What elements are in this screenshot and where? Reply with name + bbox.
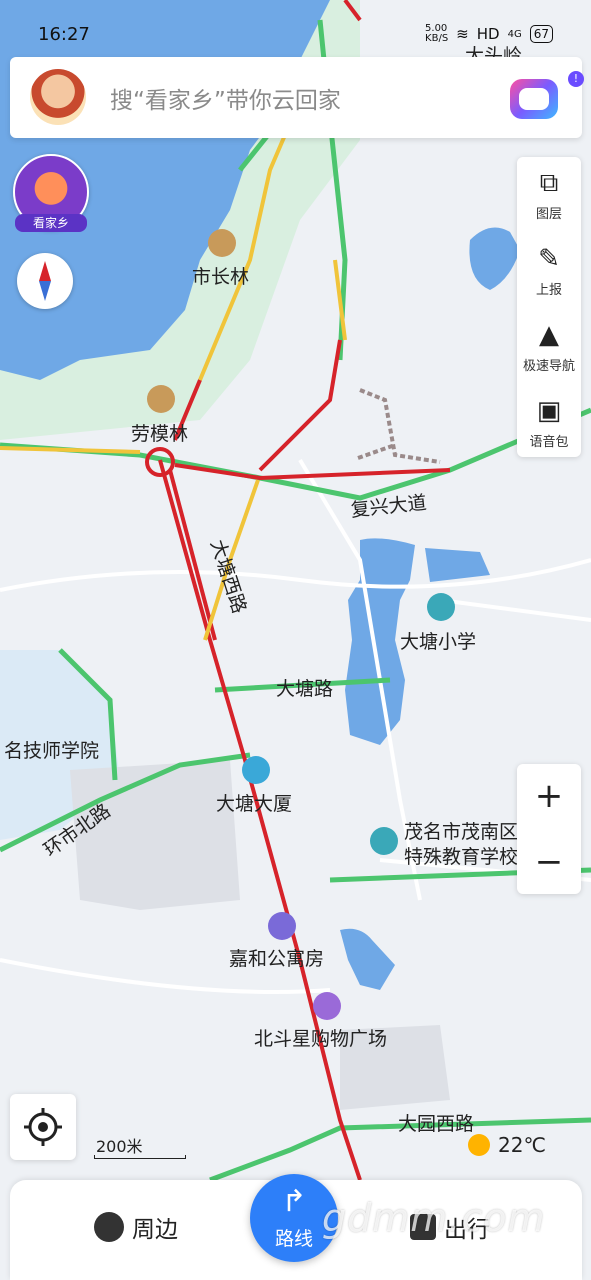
network-speed: 5.00 KB/S [425,23,449,44]
ai-assistant-icon[interactable] [510,79,558,119]
report-label: 上报 [535,283,562,298]
layers-icon: ⧉ [539,168,559,198]
route-label: 路线 [274,1228,313,1250]
zoom-out-button[interactable]: − [517,830,581,894]
kanjiaxiang-button[interactable]: 看家乡 [13,154,89,232]
search-placeholder[interactable]: 搜“看家乡”带你云回家 [110,81,341,115]
weather-widget[interactable]: 22℃ [468,1133,546,1157]
voice-pack-label: 语音包 [529,435,569,450]
signal-label: 4G [507,28,522,40]
zoom-in-button[interactable]: + [517,764,581,828]
search-bar[interactable]: 搜“看家乡”带你云回家 ! [10,57,584,138]
weather-temp: 22℃ [498,1133,546,1157]
voice-wave-icon: ▣ [536,396,562,426]
locate-button[interactable] [10,1094,76,1160]
status-bar: 16:27 5.00 KB/S ≋ HD 4G 67 [0,18,591,54]
zoom-controls: + − [517,764,581,894]
scale-bar: 200米 [94,1133,186,1159]
report-button[interactable]: ✎ 上报 [517,233,581,307]
layers-label: 图层 [535,207,562,222]
hd-label: HD [476,25,500,43]
school-icon [370,827,398,855]
navigation-arrow-icon: ▲ [539,320,559,350]
poi-label: 劳模林 [131,423,188,445]
layers-button[interactable]: ⧉ 图层 [517,157,581,231]
building-icon [242,756,270,784]
notification-badge: ! [568,71,584,87]
wifi-icon: ≋ [456,25,469,43]
road-label-dayuan-west: 大园西路 [398,1113,474,1135]
poi-label: 市长林 [192,266,249,288]
road-label-datang: 大塘路 [276,678,333,700]
poi-label: 嘉和公寓房 [229,948,324,970]
avatar[interactable] [30,69,86,125]
compass-icon [39,261,51,301]
compass-button[interactable] [17,253,73,309]
status-right: 5.00 KB/S ≋ HD 4G 67 [425,24,553,44]
edit-icon: ✎ [538,244,560,274]
poi-label-line1: 茂名市茂南区 [404,821,518,843]
landmark-icon [147,385,175,413]
status-time: 16:27 [38,24,90,45]
scale-label: 200米 [96,1137,143,1156]
map-toolbar: ⧉ 图层 ✎ 上报 ▲ 极速导航 ▣ 语音包 [517,157,581,457]
weather-sun-icon [468,1134,490,1156]
crosshair-icon [24,1108,62,1146]
hotel-icon [268,912,296,940]
voice-pack-button[interactable]: ▣ 语音包 [517,385,581,459]
watermark: gdmm.com [322,1196,546,1240]
scale-line [94,1155,186,1159]
nearby-label: 周边 [132,1217,178,1243]
compass-nearby-icon [94,1212,124,1242]
battery-indicator: 67 [529,25,553,43]
fast-nav-label: 极速导航 [522,359,575,374]
nearby-button[interactable]: 周边 [94,1210,178,1244]
poi-label: 北斗星购物广场 [254,1028,387,1050]
school-icon [427,593,455,621]
fast-nav-button[interactable]: ▲ 极速导航 [517,309,581,383]
shopping-icon [313,992,341,1020]
poi-label-line2: 特殊教育学校 [404,846,518,868]
poi-label: 大塘大厦 [216,793,292,815]
landmark-icon [208,229,236,257]
kanjiaxiang-label: 看家乡 [15,214,87,232]
poi-technician-college: 名技师学院 [4,740,99,762]
poi-label: 大塘小学 [400,631,476,653]
